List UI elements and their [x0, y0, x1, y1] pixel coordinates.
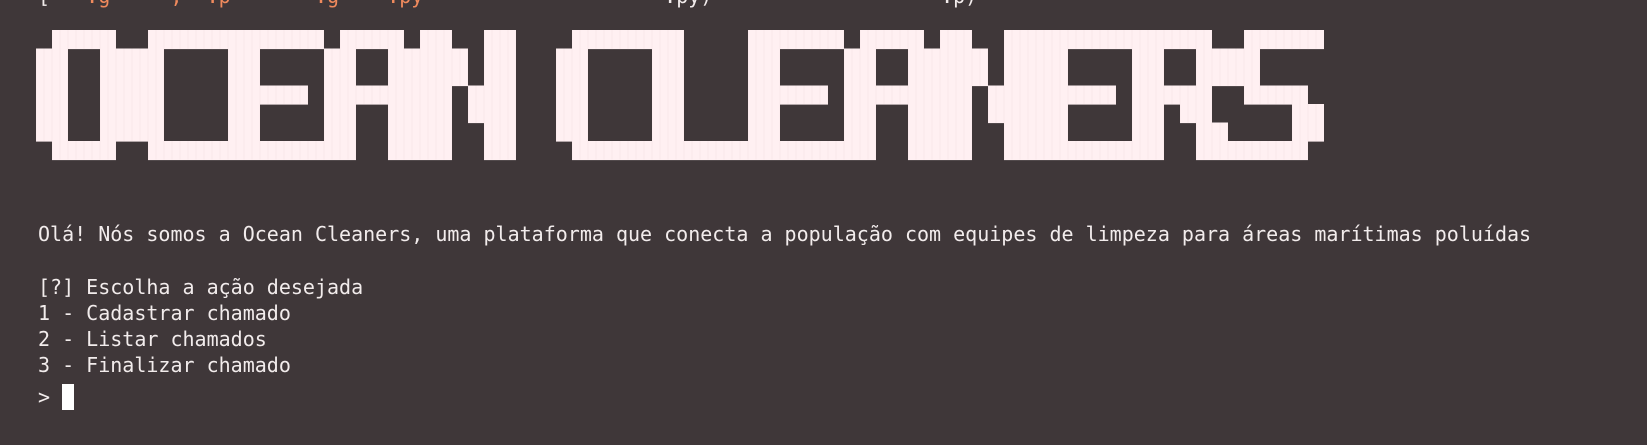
banner-letter-l: [652, 30, 748, 161]
menu-option-3: 3 - Finalizar chamado: [38, 353, 291, 377]
terminal-window[interactable]: [ .g , .p .g .py .py) .p) Olá! Nós somos…: [0, 0, 1647, 445]
welcome-message: Olá! Nós somos a Ocean Cleaners, uma pla…: [38, 222, 1532, 246]
text-cursor[interactable]: [62, 384, 75, 410]
banner-graphic: [36, 30, 1324, 161]
banner-letter-c: [556, 30, 652, 161]
menu-option-2: 2 - Listar chamados: [38, 327, 267, 351]
menu-question: [?] Escolha a ação desejada: [38, 275, 364, 299]
banner-letter-o: [36, 30, 132, 161]
input-prompt[interactable]: >: [38, 384, 75, 410]
prompt-symbol: >: [38, 385, 51, 409]
ascii-banner: [0, 0, 1647, 175]
menu-option-1: 1 - Cadastrar chamado: [38, 301, 291, 325]
banner-letter-c: [132, 30, 228, 161]
